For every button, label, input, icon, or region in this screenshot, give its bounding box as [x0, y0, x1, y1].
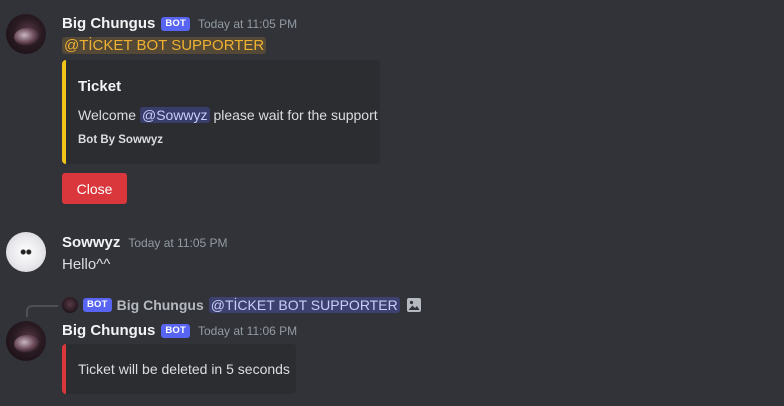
timestamp[interactable]: Today at 11:05 PM — [198, 17, 297, 31]
embed: Ticket will be deleted in 5 seconds — [62, 344, 296, 394]
image-icon — [406, 297, 422, 313]
bot-badge: BOT — [161, 16, 190, 31]
embed-title: Ticket — [78, 78, 122, 95]
username[interactable]: Big Chungus — [62, 322, 155, 339]
embed-description: Ticket will be deleted in 5 seconds — [78, 361, 290, 377]
embed-footer: Bot By Sowwyz — [78, 134, 163, 146]
reply-preview[interactable]: BOT Big Chungus @TİCKET BOT SUPPORTER — [62, 297, 422, 313]
reply-role-mention[interactable]: @TİCKET BOT SUPPORTER — [208, 297, 400, 313]
bot-badge: BOT — [161, 323, 190, 338]
message-header: Big Chungus BOT Today at 11:05 PM — [62, 15, 297, 32]
close-button[interactable]: Close — [62, 173, 127, 204]
message-header: Big Chungus BOT Today at 11:06 PM — [62, 322, 297, 339]
timestamp[interactable]: Today at 11:06 PM — [198, 324, 297, 338]
embed-description: Welcome @Sowwyz please wait for the supp… — [78, 107, 378, 123]
embed: Ticket Welcome @Sowwyz please wait for t… — [62, 60, 380, 164]
embed-description-prefix: Welcome — [78, 107, 137, 123]
message-header: Sowwyz Today at 11:05 PM — [62, 234, 228, 251]
message-content: Hello^^ — [62, 256, 111, 273]
username[interactable]: Sowwyz — [62, 234, 120, 251]
avatar[interactable] — [6, 14, 46, 54]
avatar[interactable] — [6, 232, 46, 272]
reply-connector — [26, 305, 58, 317]
message-1: Big Chungus BOT Today at 11:05 PM @TİCKE… — [0, 0, 784, 210]
role-mention[interactable]: @TİCKET BOT SUPPORTER — [62, 37, 267, 54]
reply-avatar[interactable] — [62, 297, 78, 313]
reply-username[interactable]: Big Chungus — [117, 297, 204, 313]
embed-description-suffix: please wait for the support — [213, 107, 378, 123]
avatar[interactable] — [6, 321, 46, 361]
user-mention[interactable]: @Sowwyz — [139, 107, 210, 123]
bot-badge: BOT — [83, 298, 112, 312]
username[interactable]: Big Chungus — [62, 15, 155, 32]
timestamp[interactable]: Today at 11:05 PM — [128, 236, 227, 250]
